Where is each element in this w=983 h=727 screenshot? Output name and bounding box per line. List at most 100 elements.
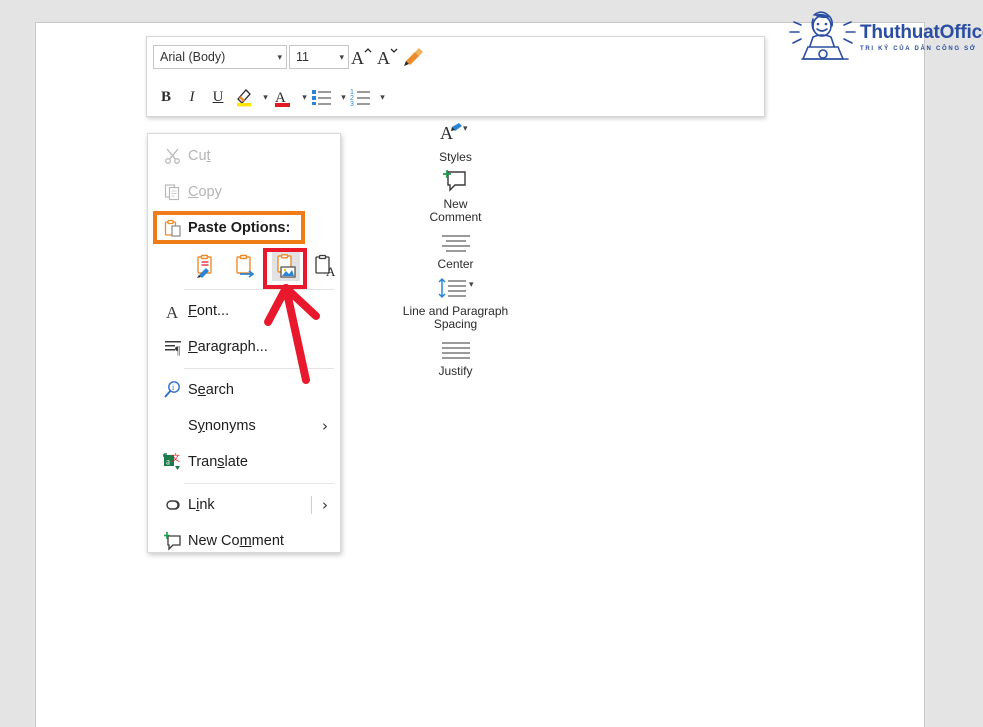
- menu-item-cut-label: Cut: [188, 148, 211, 164]
- new-comment-icon: [442, 170, 466, 192]
- line-spacing-icon-wrap: ▾: [434, 271, 478, 301]
- logo-title: ThuthuatOffice: [860, 21, 983, 43]
- svg-text:A: A: [440, 123, 453, 143]
- line-spacing-icon: ▾: [437, 277, 474, 299]
- logo-tagline: TRI KỶ CỦA DÂN CÔNG SỞ: [860, 45, 977, 52]
- styles-label: Styles: [439, 150, 472, 164]
- context-menu[interactable]: Cut Copy Paste Options: A A Font... ¶ Pa…: [147, 133, 341, 553]
- svg-text:a: a: [166, 457, 170, 467]
- menu-item-translate-label: Translate: [188, 454, 248, 470]
- shrink-font-button[interactable]: A: [375, 43, 401, 71]
- menu-item-paste-options[interactable]: Paste Options:: [148, 210, 340, 246]
- chevron-down-icon: ▾: [380, 91, 385, 102]
- logo-text-block: ThuthuatOffice TRI KỶ CỦA DÂN CÔNG SỞ: [860, 21, 983, 52]
- svg-text:A: A: [326, 264, 336, 278]
- menu-item-font[interactable]: A Font...: [148, 293, 340, 329]
- grow-font-button[interactable]: A: [349, 43, 375, 71]
- menu-item-synonyms[interactable]: Synonyms ›: [148, 408, 340, 444]
- paste-options-row[interactable]: A: [148, 246, 340, 286]
- svg-text:i: i: [172, 383, 175, 392]
- line-spacing-label: Line and Paragraph Spacing: [402, 304, 509, 331]
- justify-align-icon: [441, 342, 470, 359]
- center-icon-wrap: [440, 224, 472, 254]
- menu-item-font-label: Font...: [188, 303, 230, 319]
- bold-button[interactable]: B: [153, 83, 179, 111]
- bullets-button[interactable]: [309, 83, 335, 111]
- shrink-font-icon: A: [377, 48, 398, 68]
- font-color-button[interactable]: A: [270, 83, 296, 111]
- menu-item-copy-label: Copy: [188, 184, 222, 200]
- italic-button[interactable]: I: [179, 83, 205, 111]
- paragraph-icon: ¶: [158, 338, 188, 357]
- toolbar-row-font: Arial (Body) ▾ 11 ▾ A A: [147, 37, 447, 77]
- font-color-dropdown-button[interactable]: ▾: [296, 83, 309, 111]
- chevron-down-icon: ▾: [302, 91, 307, 102]
- justify-icon-wrap: [440, 331, 472, 361]
- menu-item-link-divider: [311, 496, 312, 514]
- logo-person-laptop-icon: [789, 11, 856, 60]
- menu-item-synonyms-label: Synonyms: [188, 418, 256, 434]
- styles-icon-wrap: A ▾: [439, 117, 473, 147]
- menu-item-cut[interactable]: Cut: [148, 138, 340, 174]
- highlight-dropdown-button[interactable]: ▾: [257, 83, 270, 111]
- menu-item-search[interactable]: i Search: [148, 372, 340, 408]
- scissors-icon: [158, 147, 188, 165]
- font-size-combobox[interactable]: 11 ▾: [289, 45, 349, 69]
- menu-item-new-comment-label: New Comment: [188, 533, 284, 549]
- menu-separator-3: [184, 483, 334, 484]
- center-label: Center: [437, 257, 474, 271]
- svg-text:A: A: [377, 48, 390, 68]
- numbering-dropdown-button[interactable]: ▾: [374, 83, 387, 111]
- bullets-dropdown-button[interactable]: ▾: [335, 83, 348, 111]
- menu-item-copy[interactable]: Copy: [148, 174, 340, 210]
- underline-button[interactable]: U: [205, 83, 231, 111]
- menu-item-paste-options-label: Paste Options:: [188, 220, 291, 236]
- menu-separator-2: [184, 368, 334, 369]
- logo-title-part2: Office: [939, 21, 983, 43]
- font-size-value: 11: [296, 50, 309, 64]
- format-painter-button[interactable]: [401, 43, 427, 71]
- numbered-list-icon: 1 2 3: [350, 89, 370, 107]
- menu-item-new-comment[interactable]: New Comment: [148, 523, 340, 559]
- menu-item-paragraph[interactable]: ¶ Paragraph...: [148, 329, 340, 365]
- toolbar-left-group: Arial (Body) ▾ 11 ▾ A A B I U ▾ A ▾ ▾ 1 …: [147, 37, 447, 117]
- font-name-combobox[interactable]: Arial (Body) ▾: [153, 45, 287, 69]
- menu-item-link-label: Link: [188, 497, 215, 513]
- paste-merge-formatting-button[interactable]: [232, 251, 260, 281]
- font-icon: A: [158, 302, 188, 321]
- paste-keep-source-formatting-button[interactable]: [192, 251, 220, 281]
- thuthuatoffice-logo: ThuthuatOffice TRI KỶ CỦA DÂN CÔNG SỞ: [784, 8, 983, 66]
- grow-font-icon: A: [351, 48, 372, 68]
- new-comment-icon: [158, 531, 188, 551]
- paste-picture-button[interactable]: [272, 251, 300, 281]
- menu-separator-1: [184, 289, 334, 290]
- copy-icon: [158, 183, 188, 201]
- format-painter-icon: [404, 48, 423, 66]
- search-icon: i: [158, 380, 188, 400]
- menu-item-link[interactable]: Link ›: [148, 487, 340, 523]
- menu-item-paragraph-label: Paragraph...: [188, 339, 268, 355]
- menu-item-translate[interactable]: a 文 Translate: [148, 444, 340, 480]
- font-color-icon: A: [275, 90, 290, 107]
- logo-title-part1: Thuthuat: [860, 21, 940, 43]
- chevron-down-icon: ▾: [263, 91, 268, 102]
- new-comment-icon-wrap: [442, 164, 470, 194]
- text-highlight-icon: [237, 89, 251, 107]
- chevron-down-icon: ▾: [341, 91, 346, 102]
- bullet-list-icon: [312, 90, 331, 105]
- text-highlight-button[interactable]: [231, 83, 257, 111]
- svg-text:A: A: [351, 48, 364, 68]
- translate-icon: a 文: [158, 452, 188, 472]
- chevron-down-icon: ▾: [277, 51, 282, 62]
- toolbar-row-format: B I U ▾ A ▾ ▾ 1 2 3 ▾: [147, 77, 447, 117]
- svg-text:A: A: [166, 303, 179, 321]
- justify-label: Justify: [438, 364, 473, 378]
- clipboard-icon: [158, 219, 188, 238]
- svg-text:¶: ¶: [175, 343, 181, 357]
- mini-formatting-toolbar[interactable]: Arial (Body) ▾ 11 ▾ A A B I U ▾ A ▾ ▾ 1 …: [146, 36, 765, 378]
- chevron-right-icon: ›: [322, 496, 328, 514]
- font-name-value: Arial (Body): [160, 50, 226, 64]
- numbering-button[interactable]: 1 2 3: [348, 83, 374, 111]
- svg-text:▾: ▾: [469, 279, 474, 289]
- paste-keep-text-only-button[interactable]: A: [312, 251, 340, 281]
